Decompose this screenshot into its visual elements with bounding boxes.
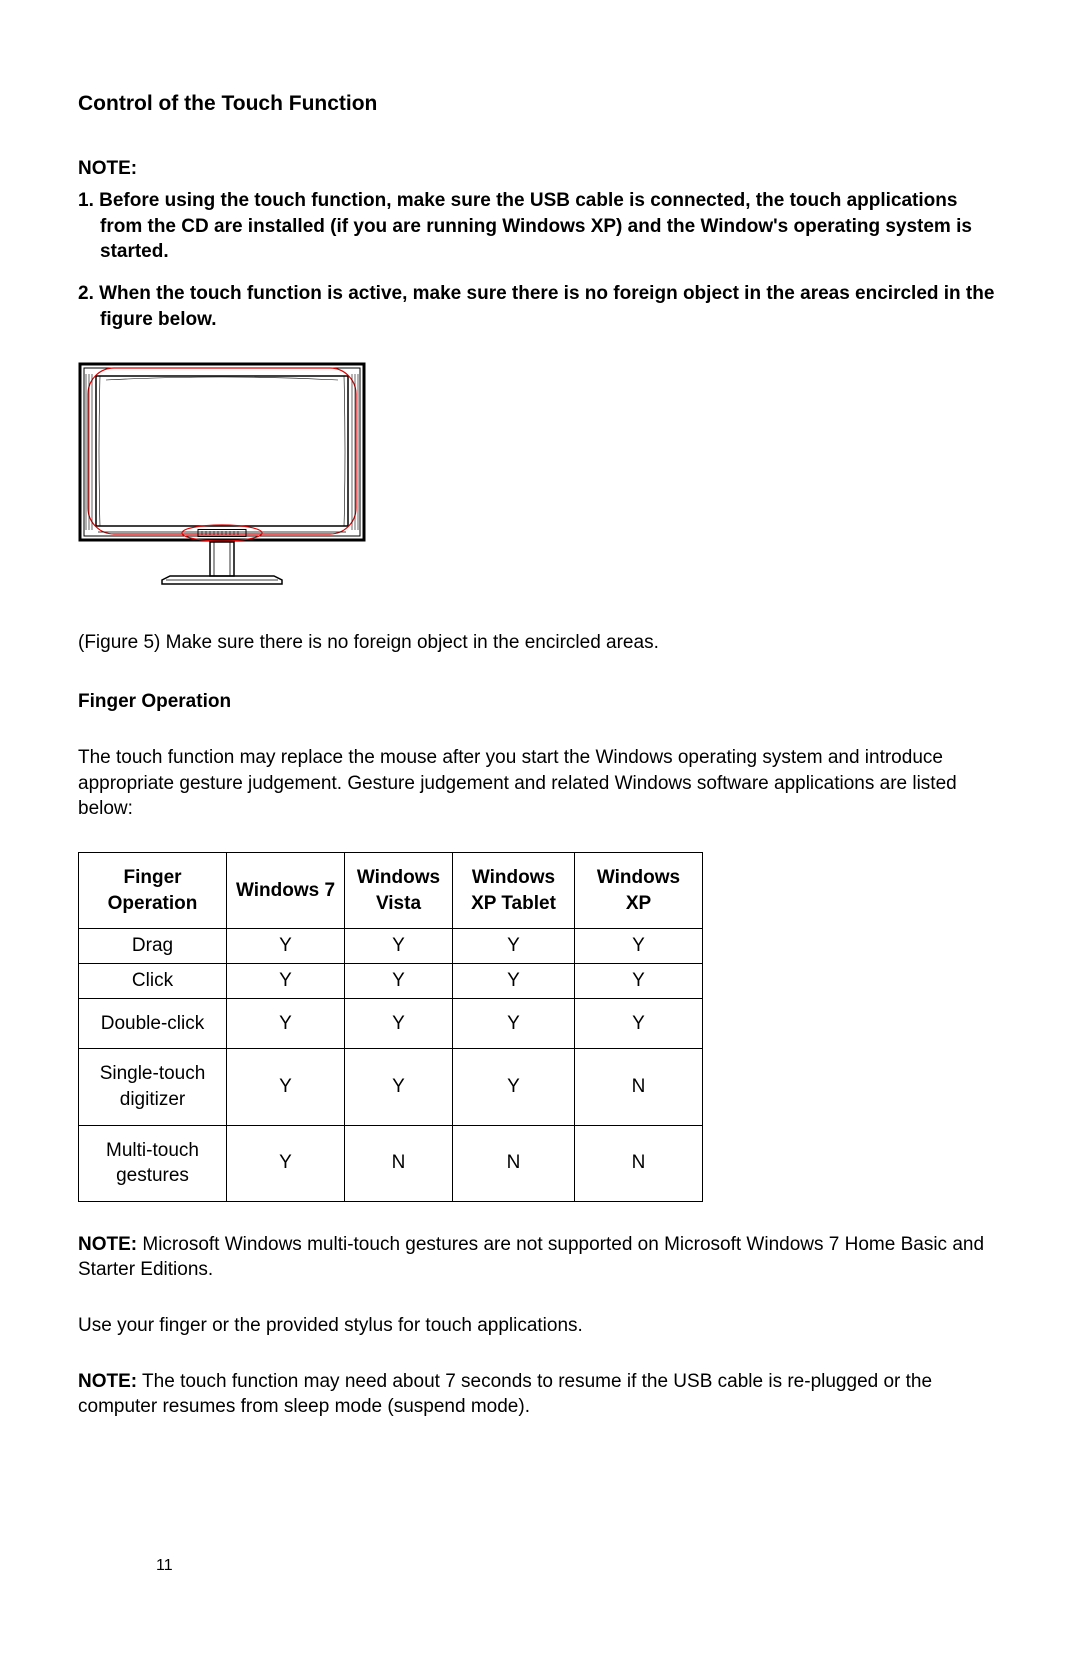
table-row: Single-touch digitizerYYYN	[79, 1049, 703, 1125]
table-cell: Y	[227, 998, 345, 1049]
note-resume: NOTE: The touch function may need about …	[78, 1369, 1002, 1420]
table-cell: N	[575, 1049, 703, 1125]
note-resume-text: The touch function may need about 7 seco…	[78, 1371, 932, 1418]
table-cell: Y	[575, 998, 703, 1049]
table-cell: N	[453, 1125, 575, 1201]
table-cell: Y	[345, 1049, 453, 1125]
table-cell: Y	[227, 1125, 345, 1201]
page-number: 11	[156, 1555, 173, 1577]
note-item-1: 1. Before using the touch function, make…	[78, 188, 1002, 265]
compatibility-table: Finger Operation Windows 7 Windows Vista…	[78, 852, 703, 1202]
table-cell: Click	[79, 963, 227, 998]
table-cell: Drag	[79, 929, 227, 964]
note-label: NOTE:	[78, 1371, 137, 1392]
table-cell: Y	[227, 929, 345, 964]
table-cell: Multi-touch gestures	[79, 1125, 227, 1201]
table-body: DragYYYYClickYYYYDouble-clickYYYYSingle-…	[79, 929, 703, 1201]
table-cell: N	[575, 1125, 703, 1201]
note-list: 1. Before using the touch function, make…	[78, 188, 1002, 332]
note-multitouch: NOTE: Microsoft Windows multi-touch gest…	[78, 1232, 1002, 1283]
use-finger-para: Use your finger or the provided stylus f…	[78, 1313, 1002, 1339]
table-header-row: Finger Operation Windows 7 Windows Vista…	[79, 853, 703, 929]
table-cell: Single-touch digitizer	[79, 1049, 227, 1125]
note-header: NOTE:	[78, 156, 1002, 182]
table-cell: Y	[453, 929, 575, 964]
table-cell: Y	[345, 963, 453, 998]
table-row: DragYYYY	[79, 929, 703, 964]
figure-monitor	[78, 362, 1002, 600]
table-cell: Y	[575, 929, 703, 964]
finger-operation-heading: Finger Operation	[78, 689, 1002, 715]
table-cell: Y	[453, 998, 575, 1049]
table-row: Multi-touch gesturesYNNN	[79, 1125, 703, 1201]
table-cell: Y	[575, 963, 703, 998]
table-cell: Y	[227, 1049, 345, 1125]
figure-caption: (Figure 5) Make sure there is no foreign…	[78, 630, 1002, 656]
table-cell: Y	[453, 1049, 575, 1125]
th-finger-operation: Finger Operation	[79, 853, 227, 929]
table-cell: Y	[345, 998, 453, 1049]
note-multitouch-text: Microsoft Windows multi-touch gestures a…	[78, 1234, 984, 1281]
th-windows-7: Windows 7	[227, 853, 345, 929]
th-windows-xp: Windows XP	[575, 853, 703, 929]
document-page: Control of the Touch Function NOTE: 1. B…	[78, 90, 1002, 1617]
monitor-illustration	[78, 362, 368, 592]
note-item-2: 2. When the touch function is active, ma…	[78, 281, 1002, 332]
table-cell: N	[345, 1125, 453, 1201]
table-row: ClickYYYY	[79, 963, 703, 998]
table-cell: Y	[453, 963, 575, 998]
table-cell: Y	[227, 963, 345, 998]
page-title: Control of the Touch Function	[78, 90, 1002, 118]
note-label: NOTE:	[78, 1234, 137, 1255]
table-row: Double-clickYYYY	[79, 998, 703, 1049]
intro-paragraph: The touch function may replace the mouse…	[78, 745, 1002, 822]
th-windows-vista: Windows Vista	[345, 853, 453, 929]
th-windows-xp-tablet: Windows XP Tablet	[453, 853, 575, 929]
table-cell: Double-click	[79, 998, 227, 1049]
table-cell: Y	[345, 929, 453, 964]
